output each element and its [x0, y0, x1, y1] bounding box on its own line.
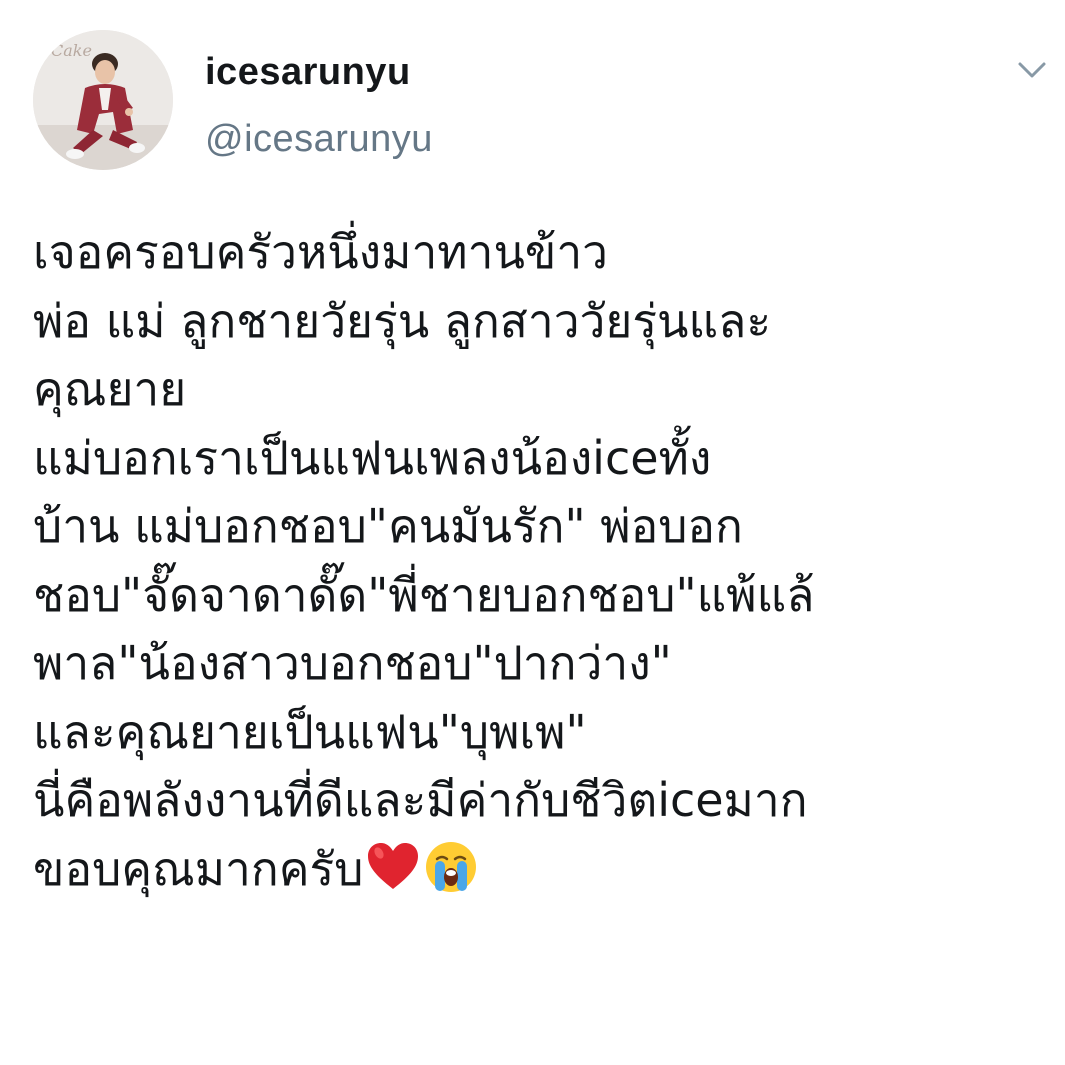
- tweet-line: พาล"น้องสาวบอกชอบ"ปากว่าง": [33, 636, 672, 690]
- red-heart-emoji: [368, 842, 419, 889]
- tweet-line-last: ขอบคุณมากครับ: [33, 835, 1058, 904]
- avatar[interactable]: Cake: [33, 30, 173, 170]
- avatar-photo: Cake: [33, 30, 173, 170]
- tweet-line: พ่อ แม่ ลูกชายวัยรุ่น ลูกสาววัยรุ่นและ: [33, 293, 772, 348]
- tweet-line: คุณยาย: [33, 362, 187, 416]
- tweet-line: บ้าน แม่บอกชอบ"คนมันรัก" พ่อบอก: [33, 499, 743, 553]
- tweet-line: ชอบ"จั๊ดจาดาดั๊ด"พี่ชายบอกชอบ"แพ้แล้: [33, 567, 815, 622]
- loudly-crying-face-emoji: [426, 841, 477, 892]
- tweet-card: Cake icesarunyu @icesarunyu เจอครอบครัวห…: [0, 0, 1065, 1065]
- tweet-line: นี่คือพลังงานที่ดีและมีค่ากับชีวิตiceมาก: [33, 773, 808, 827]
- display-name[interactable]: icesarunyu: [205, 50, 411, 94]
- user-handle[interactable]: @icesarunyu: [205, 117, 433, 161]
- tweet-line: เจอครอบครัวหนึ่งมาทานข้าว: [33, 225, 608, 279]
- avatar-label: Cake: [51, 41, 92, 60]
- tweet-line: และคุณยายเป็นแฟน"บุพเพ": [33, 704, 587, 759]
- tweet-text: เจอครอบครัวหนึ่งมาทานข้าว พ่อ แม่ ลูกชาย…: [33, 218, 1058, 903]
- tweet-line: แม่บอกเราเป็นแฟนเพลงน้องiceทั้ง: [33, 430, 712, 485]
- tweet-line-text: ขอบคุณมากครับ: [33, 841, 364, 896]
- chevron-down-icon[interactable]: [1010, 52, 1054, 88]
